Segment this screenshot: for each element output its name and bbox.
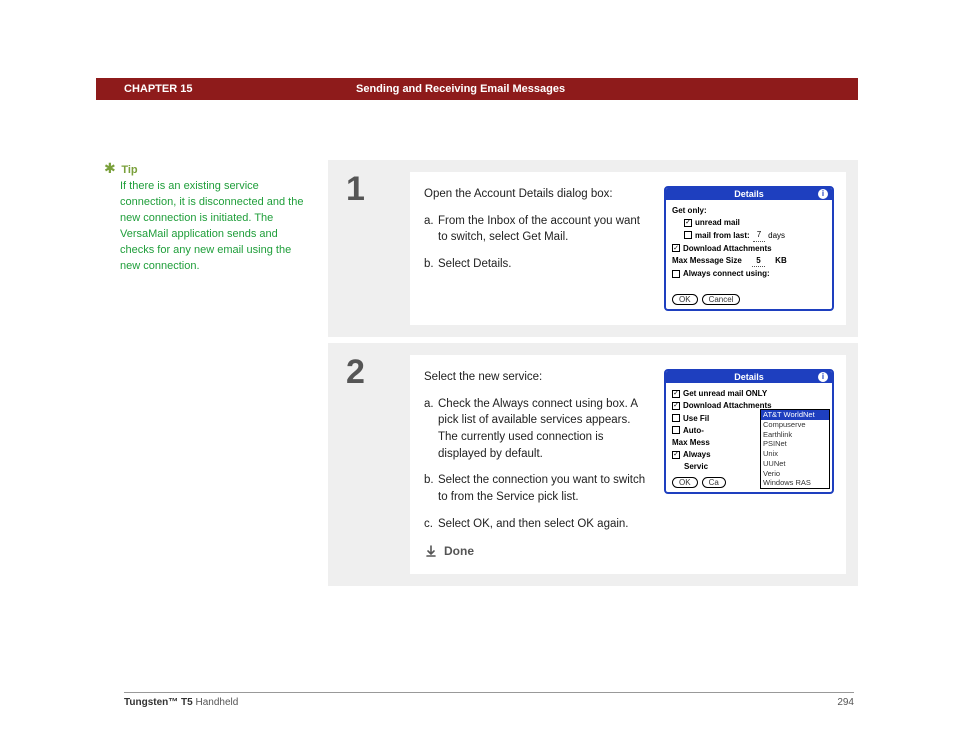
picklist-option[interactable]: Compuserve xyxy=(761,420,829,430)
ok-button[interactable]: OK xyxy=(672,477,698,488)
step-intro: Select the new service: xyxy=(424,369,650,386)
tip-star-icon: ✱ xyxy=(104,160,118,177)
checkbox[interactable] xyxy=(672,426,680,434)
picklist-option[interactable]: Windows RAS xyxy=(761,478,829,488)
tip-text: If there is an existing service connecti… xyxy=(120,179,304,275)
done-arrow-icon xyxy=(424,544,438,558)
details-dialog-2: Detailsi ✓Get unread mail ONLY ✓Download… xyxy=(664,369,834,494)
checkbox[interactable] xyxy=(672,414,680,422)
dialog-title: Details xyxy=(734,189,764,199)
checkbox-download[interactable]: ✓ xyxy=(672,244,680,252)
step-item: b.Select the connection you want to swit… xyxy=(438,472,650,505)
get-only-label: Get only: xyxy=(672,205,826,216)
picklist-option[interactable]: Earthlink xyxy=(761,430,829,440)
picklist-option[interactable]: UUNet xyxy=(761,459,829,469)
cancel-button[interactable]: Cancel xyxy=(702,294,741,305)
step-number: 2 xyxy=(340,355,410,389)
step-item: a.From the Inbox of the account you want… xyxy=(438,213,650,246)
done-row: Done xyxy=(424,543,650,560)
step-item: a.Check the Always connect using box. A … xyxy=(438,396,650,463)
step-number: 1 xyxy=(340,172,410,206)
info-icon: i xyxy=(818,189,828,199)
service-picklist[interactable]: AT&T WorldNet Compuserve Earthlink PSINe… xyxy=(760,409,830,489)
picklist-option[interactable]: PSINet xyxy=(761,439,829,449)
step-1: 1 Open the Account Details dialog box: a… xyxy=(328,160,858,337)
tip-sidebar: ✱ Tip If there is an existing service co… xyxy=(96,160,328,592)
product-suffix: Handheld xyxy=(193,697,239,708)
checkbox-mailfrom[interactable] xyxy=(684,231,692,239)
info-icon: i xyxy=(818,372,828,382)
step-intro: Open the Account Details dialog box: xyxy=(424,186,650,203)
chapter-title: Sending and Receiving Email Messages xyxy=(356,83,565,95)
chapter-label: CHAPTER 15 xyxy=(124,83,356,95)
dialog-title: Details xyxy=(734,372,764,382)
product-name: Tungsten™ T5 xyxy=(124,697,193,708)
page-footer: Tungsten™ T5 Handheld 294 xyxy=(124,692,854,708)
checkbox[interactable]: ✓ xyxy=(672,390,680,398)
details-dialog-1: Detailsi Get only: ✓unread mail mail fro… xyxy=(664,186,834,311)
step-item: c.Select OK, and then select OK again. xyxy=(438,516,650,533)
step-item: b.Select Details. xyxy=(438,256,650,273)
page-number: 294 xyxy=(837,697,854,708)
checkbox-unread[interactable]: ✓ xyxy=(684,219,692,227)
picklist-option[interactable]: Unix xyxy=(761,449,829,459)
checkbox[interactable]: ✓ xyxy=(672,402,680,410)
done-label: Done xyxy=(444,543,474,560)
cancel-button-partial[interactable]: Ca xyxy=(702,477,726,488)
picklist-option-selected[interactable]: AT&T WorldNet xyxy=(761,410,829,420)
checkbox-always[interactable] xyxy=(672,270,680,278)
tip-label: Tip xyxy=(121,164,137,176)
picklist-option[interactable]: Verio xyxy=(761,469,829,479)
step-2: 2 Select the new service: a.Check the Al… xyxy=(328,343,858,586)
checkbox[interactable]: ✓ xyxy=(672,451,680,459)
ok-button[interactable]: OK xyxy=(672,294,698,305)
chapter-header: CHAPTER 15 Sending and Receiving Email M… xyxy=(96,78,858,100)
